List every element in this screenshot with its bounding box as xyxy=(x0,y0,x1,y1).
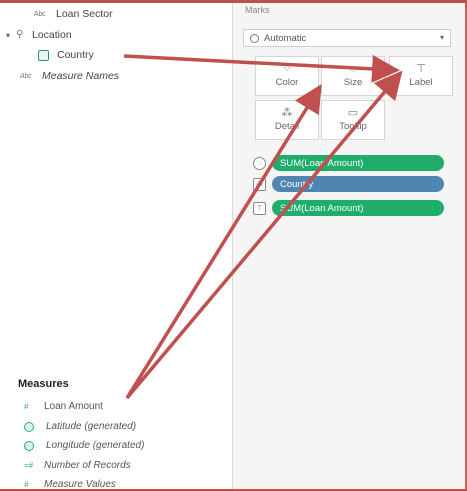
arrow-loan-amount-to-size xyxy=(125,84,322,399)
arrow-country-to-label xyxy=(123,54,400,83)
annotation-arrows xyxy=(123,54,403,400)
arrow-loan-amount-to-label xyxy=(125,70,403,400)
